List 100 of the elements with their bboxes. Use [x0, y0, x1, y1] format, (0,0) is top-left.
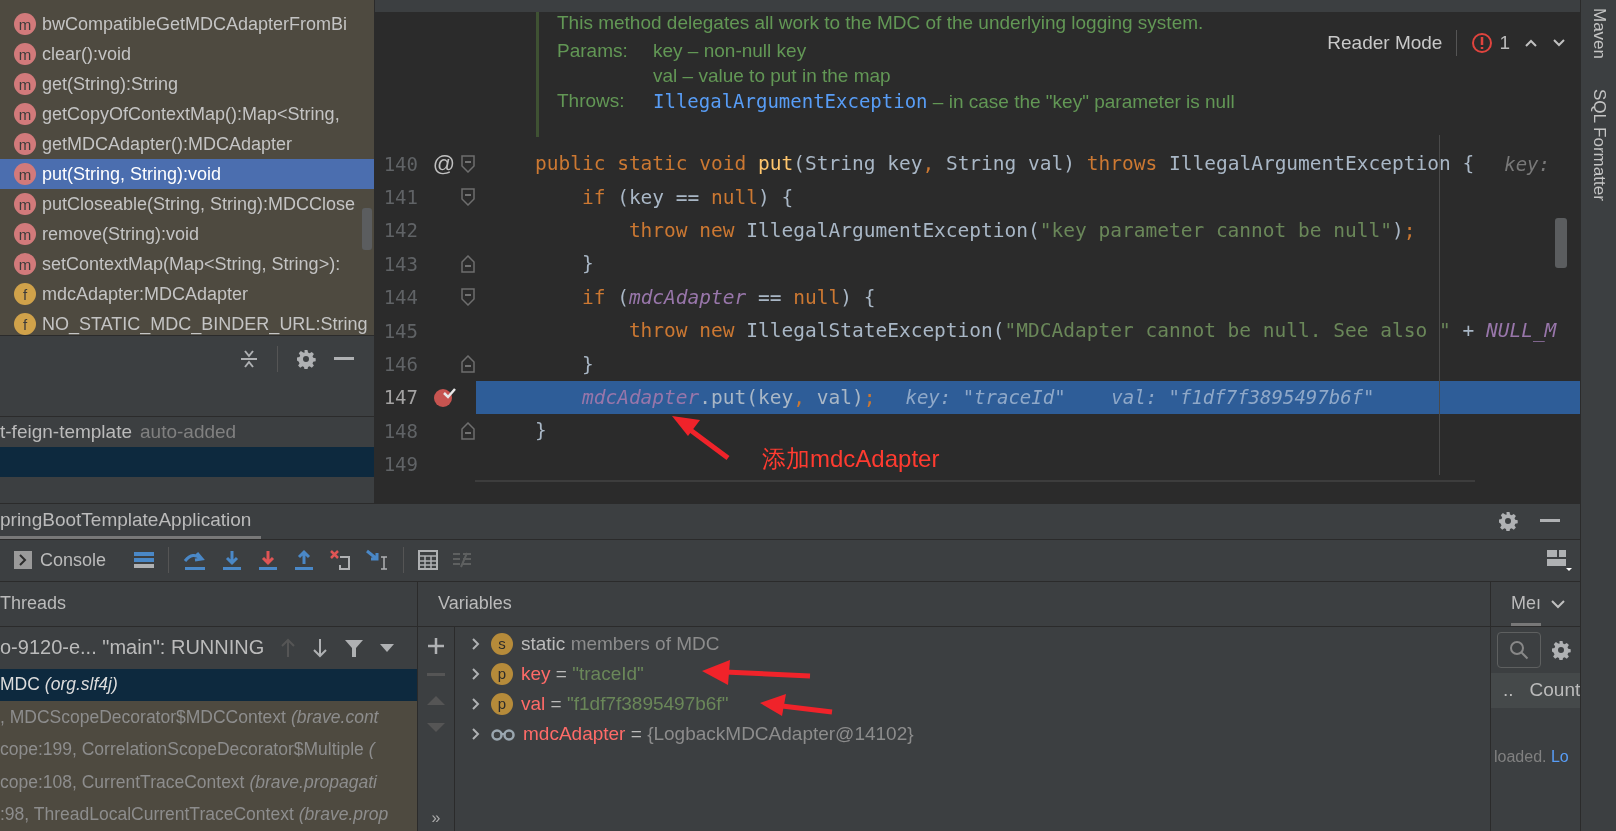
member-type-badge: f: [14, 283, 36, 305]
tool-window-tab[interactable]: SQL Formatter: [1588, 89, 1609, 201]
load-link[interactable]: Lo: [1550, 747, 1569, 765]
code-line: }: [580, 352, 594, 376]
line-number: 143: [382, 252, 418, 275]
doc-param: key – non-null key: [653, 40, 808, 62]
run-to-cursor-icon[interactable]: [365, 549, 390, 571]
doc-param: val – value to put in the map: [653, 65, 892, 87]
structure-item[interactable]: m putCloseable(String, String):MDCClose: [0, 189, 374, 219]
variable-entry[interactable]: val = "f1df7f3895497b6f": [521, 692, 729, 715]
line-number: 147: [382, 386, 418, 409]
more-button[interactable]: »: [431, 809, 441, 831]
dropdown-icon[interactable]: [380, 643, 395, 652]
thread-selector[interactable]: o-9120-e... "main": RUNNING: [0, 636, 265, 659]
inline-value-hint: key: "traceId" val: "f1df7f3895497b6f": [905, 386, 1375, 409]
fold-icon[interactable]: [460, 288, 476, 307]
fold-icon[interactable]: [460, 421, 476, 440]
line-number: 145: [382, 319, 418, 342]
down-arrow-icon[interactable]: [312, 637, 329, 658]
variable-entry[interactable]: static members of MDC: [521, 632, 720, 655]
member-type-badge: m: [14, 103, 36, 125]
inline-value-hint: key:: [1504, 152, 1550, 175]
doc-summary: This method delegates all work to the MDC of the underlying logging system.: [557, 12, 1205, 34]
console-tab[interactable]: Console: [14, 549, 121, 571]
structure-item[interactable]: f NO_STATIC_MDC_BINDER_URL:String: [0, 309, 374, 335]
doc-label: Params:: [557, 40, 629, 62]
code-line: }: [533, 419, 547, 443]
settings-icon[interactable]: [1498, 511, 1518, 531]
fold-icon[interactable]: [460, 188, 476, 207]
run-config-tab[interactable]: pringBootTemplateApplication: [0, 503, 262, 539]
member-type-badge: m: [14, 73, 36, 95]
step-into-icon[interactable]: [221, 549, 244, 571]
fold-icon[interactable]: [460, 154, 476, 173]
column-header[interactable]: .. Count: [1491, 672, 1580, 708]
line-number: 144: [382, 286, 418, 309]
settings-icon[interactable]: [1551, 639, 1571, 660]
member-type-badge: m: [14, 43, 36, 65]
step-over-icon[interactable]: [183, 549, 208, 571]
status-text: loaded.: [1494, 747, 1547, 765]
scrollbar-thumb[interactable]: [362, 208, 372, 250]
structure-item[interactable]: m setContextMap(Map<String, String>):: [0, 249, 374, 279]
collapse-all-icon[interactable]: [239, 348, 259, 369]
line-number: 140: [382, 152, 418, 175]
drop-frame-icon[interactable]: [329, 549, 352, 571]
variable-type-badge: p: [491, 692, 513, 715]
step-out-icon[interactable]: [293, 549, 316, 571]
stack-frame[interactable]: MDC (org.slf4j): [0, 668, 417, 701]
code-line: if (mdcAdapter == null) {: [580, 285, 876, 309]
stack-frame[interactable]: cope:108, CurrentTraceContext (brave.propagati: [0, 766, 417, 799]
force-step-into-icon[interactable]: [257, 549, 280, 571]
minimize-icon[interactable]: [334, 356, 354, 361]
structure-item[interactable]: m clear():void: [0, 39, 374, 69]
code-line: }: [580, 252, 594, 276]
member-type-badge: m: [14, 253, 36, 275]
tool-window-tab[interactable]: Maven: [1588, 8, 1609, 60]
doc-throws-text: – in case the "key" parameter is null: [932, 91, 1235, 112]
code-line: throw new IllegalStateException("MDCAdapter cannot be null. See also " + NULL_M: [627, 319, 1557, 343]
code-line: public static void put(String key, String val) throws IllegalArgumentException {: [533, 152, 1475, 176]
structure-item[interactable]: m get(String):String: [0, 69, 374, 99]
fold-icon[interactable]: [460, 355, 476, 374]
frames-list-icon[interactable]: [134, 551, 155, 569]
structure-item[interactable]: f mdcAdapter:MDCAdapter: [0, 279, 374, 309]
search-field[interactable]: [1497, 631, 1541, 668]
glasses-icon: [491, 726, 515, 741]
stack-frame[interactable]: cope:199, CorrelationScopeDecorator$Multiple (: [0, 733, 417, 766]
layout-icon[interactable]: [1546, 548, 1572, 572]
filter-icon[interactable]: [344, 637, 365, 658]
structure-item[interactable]: m put(String, String):void: [0, 159, 374, 189]
line-number: 149: [382, 453, 418, 476]
settings-icon[interactable]: [296, 348, 316, 369]
column-header-text: Count: [1529, 679, 1580, 701]
minimize-icon[interactable]: [1540, 519, 1560, 523]
stack-frame[interactable]: :98, ThreadLocalCurrentTraceContext (brave.prop: [0, 798, 417, 831]
structure-item[interactable]: m remove(String):void: [0, 219, 374, 249]
terminal-icon: [14, 551, 32, 569]
variable-entry[interactable]: key = "traceId": [521, 662, 644, 685]
variable-entry[interactable]: mdcAdapter = {LogbackMDCAdapter@14102}: [523, 722, 914, 745]
memory-tab[interactable]: Meı: [1511, 581, 1541, 626]
structure-item[interactable]: m getCopyOfContextMap():Map<String,: [0, 99, 374, 129]
stack-frame[interactable]: , MDCScopeDecorator$MDCContext (brave.cont: [0, 701, 417, 734]
override-marker[interactable]: @: [432, 150, 456, 177]
structure-item[interactable]: m bwCompatibleGetMDCAdapterFromBi: [0, 9, 374, 39]
structure-item[interactable]: m getMDCAdapter():MDCAdapter: [0, 129, 374, 159]
code-line: if (key == null) {: [580, 185, 794, 209]
code-line: mdcAdapter.put(key, val);: [580, 385, 876, 409]
panel-title: Variables: [438, 593, 512, 614]
fold-icon[interactable]: [460, 254, 476, 273]
member-type-badge: m: [14, 13, 36, 35]
member-type-badge: m: [14, 193, 36, 215]
scrollbar-thumb[interactable]: [1555, 218, 1567, 268]
doc-label: Throws:: [557, 90, 626, 113]
exception-link[interactable]: IllegalArgumentException: [653, 90, 928, 112]
column-header-text: ..: [1503, 679, 1514, 701]
problem-count: 1: [1499, 32, 1510, 54]
add-icon[interactable]: [427, 636, 445, 655]
reader-mode-button[interactable]: Reader Mode: [1327, 32, 1443, 54]
error-icon[interactable]: [1471, 32, 1494, 54]
calculator-icon[interactable]: [418, 550, 439, 570]
line-number: 148: [382, 419, 418, 442]
module-name: t-feign-template: [0, 421, 132, 443]
